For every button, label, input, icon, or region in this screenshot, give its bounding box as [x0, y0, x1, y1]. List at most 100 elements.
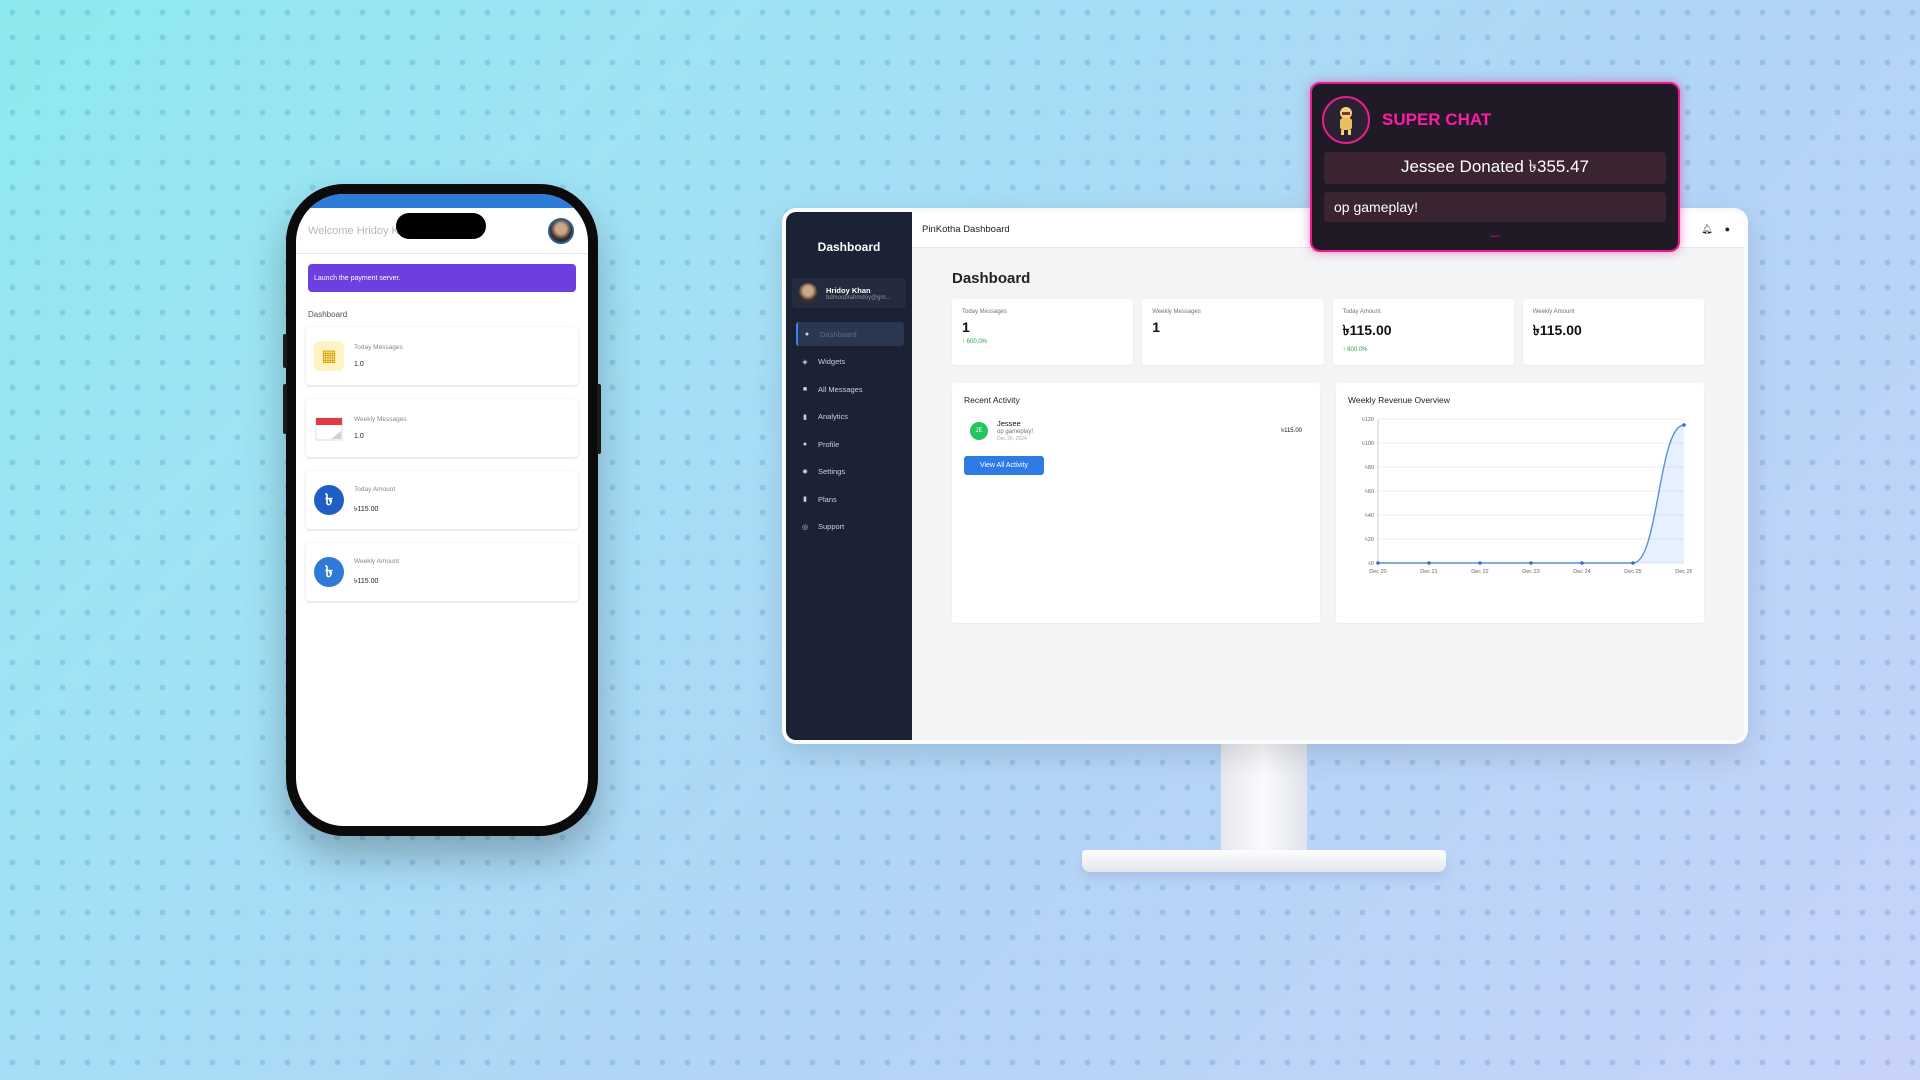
- main-content: PinKotha Dashboard 🔔︎ ● Dashboard Today …: [912, 212, 1744, 740]
- y-tick-label: ৳80: [1365, 464, 1374, 471]
- superchat-overlay: SUPER CHAT Jessee Donated ৳355.47 op gam…: [1310, 82, 1680, 252]
- sidebar-item-label: Profile: [818, 439, 840, 449]
- calendar-week-icon: [314, 413, 344, 443]
- weekly-amount-card[interactable]: ৳ Weekly Amount ৳115.00: [306, 543, 578, 601]
- data-point: [1427, 561, 1431, 565]
- stat-card-today-amount: Today Amount ৳115.00 ↑ 600.0%: [1332, 299, 1514, 365]
- stat-label: Weekly Messages: [1152, 309, 1201, 315]
- message-icon: ■: [802, 385, 808, 393]
- weekly-messages-card[interactable]: Weekly Messages 1.0: [306, 399, 578, 457]
- donation-message: op gameplay!: [1324, 192, 1666, 222]
- dynamic-island: [396, 213, 486, 239]
- user-icon[interactable]: ●: [1725, 224, 1730, 235]
- y-tick-label: ৳0: [1368, 560, 1374, 567]
- weekly-revenue-panel: Weekly Revenue Overview ৳0 ৳20 ৳40 ৳60 ৳80 ৳1…: [1336, 383, 1704, 623]
- stats-row: Today Messages 1 ↑ 600.0% Weekly Message…: [952, 299, 1704, 365]
- stat-label: Weekly Amount: [1532, 309, 1575, 315]
- avatar: [798, 283, 818, 303]
- panel-title: Recent Activity: [964, 395, 1020, 405]
- card-value: 1.0: [354, 433, 364, 440]
- stat-change: ↑ 600.0%: [1342, 347, 1368, 353]
- sidebar-nav: ● Dashboard ◈ Widgets ■ All Messages ▮ A…: [786, 322, 912, 539]
- stat-label: Today Messages: [962, 309, 1008, 315]
- sidebar-item-profile[interactable]: ● Profile: [796, 432, 904, 456]
- list-item[interactable]: JE Jessee op gameplay! Dec 26, 2024 ৳115…: [964, 419, 1308, 442]
- payment-server-banner[interactable]: Launch the payment server.: [308, 264, 576, 292]
- x-tick-label: Dec 23: [1522, 569, 1539, 575]
- x-tick-label: Dec 22: [1471, 569, 1488, 575]
- dashboard-icon: ●: [804, 330, 810, 338]
- data-point: [1529, 561, 1533, 565]
- y-tick-label: ৳20: [1365, 536, 1374, 543]
- activity-name: Jessee: [997, 419, 1021, 428]
- monitor-stand-neck: [1221, 742, 1307, 858]
- character-avatar-icon: [1322, 96, 1370, 144]
- sidebar-user[interactable]: Hridoy Khan bdmoobrahmdoy@gm...: [792, 278, 906, 308]
- data-point: [1478, 561, 1482, 565]
- card-label: Today Amount: [354, 485, 396, 493]
- x-tick-label: Dec 24: [1573, 569, 1590, 575]
- sidebar-item-label: Widgets: [818, 357, 846, 366]
- monitor-stand-base: [1082, 850, 1446, 872]
- superchat-title: SUPER CHAT: [1382, 110, 1492, 129]
- data-point: [1580, 561, 1584, 565]
- y-tick-label: ৳120: [1362, 416, 1374, 423]
- today-messages-card[interactable]: ▦ Today Messages 1.0: [306, 327, 578, 385]
- sidebar: Dashboard Hridoy Khan bdmoobrahmdoy@gm..…: [786, 212, 912, 740]
- sidebar-item-label: Plans: [818, 494, 837, 504]
- stat-card-today-messages: Today Messages 1 ↑ 600.0%: [952, 299, 1134, 365]
- data-point: [1376, 561, 1380, 565]
- sidebar-item-settings[interactable]: ✹ Settings: [796, 460, 904, 484]
- chart-icon: ▮: [803, 413, 807, 421]
- y-tick-label: ৳100: [1362, 440, 1374, 447]
- view-all-activity-button[interactable]: View All Activity: [964, 456, 1044, 475]
- gear-icon: ✹: [802, 468, 808, 476]
- app-title: PinKotha Dashboard: [922, 224, 1010, 235]
- support-icon: ◎: [801, 523, 809, 531]
- avatar[interactable]: [548, 217, 574, 244]
- y-tick-label: ৳40: [1365, 512, 1374, 519]
- chart-title: Weekly Revenue Overview: [1348, 395, 1450, 405]
- sidebar-title: Dashboard: [817, 240, 881, 254]
- card-value: ৳115.00: [354, 577, 379, 585]
- recent-activity-panel: Recent Activity JE Jessee op gameplay! D…: [952, 383, 1320, 623]
- x-tick-label: Dec 26: [1675, 569, 1692, 575]
- sidebar-item-label: Settings: [818, 467, 846, 476]
- document-icon: ▮: [803, 496, 807, 503]
- stat-label: Today Amount: [1342, 309, 1381, 315]
- sidebar-item-analytics[interactable]: ▮ Analytics: [796, 405, 904, 429]
- stat-change: ↑ 600.0%: [962, 339, 988, 345]
- welcome-text: Welcome Hridoy Kh: [308, 224, 405, 237]
- sidebar-item-dashboard[interactable]: ● Dashboard: [796, 322, 904, 346]
- sidebar-item-label: Analytics: [818, 412, 849, 421]
- today-amount-card[interactable]: ৳ Today Amount ৳115.00: [306, 471, 578, 529]
- series-line: [1377, 424, 1685, 564]
- stat-value: ৳115.00: [1342, 322, 1392, 338]
- avatar: JE: [970, 421, 988, 440]
- calendar-icon: ▦: [314, 341, 344, 371]
- sidebar-item-support[interactable]: ◎ Support: [796, 515, 904, 539]
- x-tick-label: Dec 25: [1624, 569, 1641, 575]
- x-tick-label: Dec 21: [1420, 569, 1437, 575]
- card-label: Weekly Messages: [354, 416, 407, 423]
- card-value: ৳115.00: [354, 505, 379, 513]
- sidebar-item-label: Support: [818, 522, 845, 531]
- bell-icon[interactable]: 🔔︎: [1701, 224, 1712, 235]
- stat-value: ৳115.00: [1532, 322, 1582, 338]
- sidebar-item-widgets[interactable]: ◈ Widgets: [796, 350, 904, 374]
- x-tick-label: Dec 20: [1369, 569, 1386, 575]
- widgets-icon: ◈: [802, 358, 808, 366]
- desktop-screen: Dashboard Hridoy Khan bdmoobrahmdoy@gm..…: [786, 212, 1744, 740]
- card-value: 1.0: [354, 361, 364, 368]
- sidebar-item-plans[interactable]: ▮ Plans: [796, 487, 904, 511]
- revenue-chart: ৳0 ৳20 ৳40 ৳60 ৳80 ৳100 ৳120 Dec 20 Dec 21 Dec 22…: [1362, 416, 1693, 575]
- user-email: bdmoobrahmdoy@gm...: [826, 294, 891, 301]
- taka-icon: ৳: [314, 485, 344, 515]
- activity-amount: ৳115.00: [1281, 428, 1302, 434]
- user-name: Hridoy Khan: [826, 285, 871, 295]
- data-point: [1631, 561, 1635, 565]
- stat-value: 1: [1152, 319, 1161, 335]
- sidebar-item-all-messages[interactable]: ■ All Messages: [796, 377, 904, 401]
- taka-icon: ৳: [314, 557, 344, 587]
- user-icon: ●: [802, 440, 808, 448]
